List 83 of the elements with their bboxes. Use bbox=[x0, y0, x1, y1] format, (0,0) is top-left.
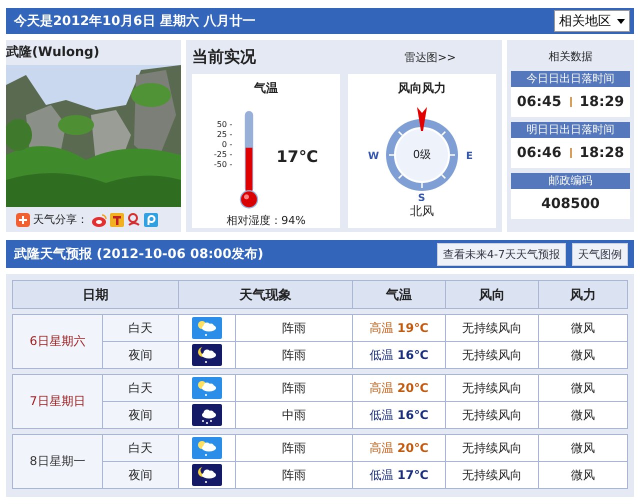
night-weather-icon bbox=[192, 404, 222, 426]
wind-force-cell: 微风 bbox=[538, 434, 628, 462]
wind-force: 0级 bbox=[413, 147, 431, 162]
date-title: 今天是2012年10月6日 星期六 八月廿一 bbox=[14, 12, 256, 30]
current-title: 当前实况 bbox=[192, 46, 256, 68]
block-label: 今日日出日落时间 bbox=[511, 71, 630, 87]
wind-direction-cell: 无持续风向 bbox=[446, 434, 538, 462]
period-cell: 夜间 bbox=[102, 462, 178, 488]
wind-direction-cell: 无持续风向 bbox=[446, 402, 538, 428]
temperature-cell: 低温 17℃ bbox=[352, 462, 446, 488]
region-select[interactable]: 相关地区 bbox=[554, 10, 630, 32]
block-label: 明日日出日落时间 bbox=[511, 122, 630, 138]
column-header: 风力 bbox=[538, 280, 628, 308]
scale-label: -50 - bbox=[214, 160, 232, 170]
share-icon[interactable] bbox=[110, 212, 124, 226]
date-cell: 6日星期六 bbox=[12, 314, 102, 368]
temperature-value: 17℃ bbox=[276, 146, 318, 166]
wind-force-cell: 微风 bbox=[538, 374, 628, 402]
temperature-cell: 低温 16℃ bbox=[352, 342, 446, 368]
postal-code: 408500 bbox=[541, 196, 600, 212]
weather-cell: 阵雨 bbox=[236, 342, 352, 368]
column-header: 气温 bbox=[352, 280, 446, 308]
date-cell: 7日星期日 bbox=[12, 374, 102, 428]
city-name: 武隆(Wulong) bbox=[6, 44, 100, 62]
period-cell: 白天 bbox=[102, 314, 178, 342]
period-cell: 白天 bbox=[102, 374, 178, 402]
period-cell: 夜间 bbox=[102, 402, 178, 428]
column-header: 风向 bbox=[446, 280, 538, 308]
wind-title: 风向风力 bbox=[398, 80, 446, 97]
forecast-button[interactable]: 查看未来4-7天天气预报 bbox=[437, 242, 566, 266]
time-value: 06:46 bbox=[516, 145, 562, 161]
time-value: 18:29 bbox=[580, 94, 624, 110]
wind-direction-cell: 无持续风向 bbox=[446, 462, 538, 488]
time-value: 06:45 bbox=[516, 94, 562, 110]
share-icon[interactable] bbox=[127, 212, 141, 226]
block-label: 邮政编码 bbox=[511, 173, 630, 189]
compass-label: S bbox=[418, 193, 426, 201]
humidity-text: 相对湿度：94% bbox=[226, 213, 306, 228]
scale-label: -25 - bbox=[214, 150, 232, 160]
caret-icon bbox=[617, 18, 625, 24]
wind-force-cell: 微风 bbox=[538, 402, 628, 428]
temperature-title: 气温 bbox=[254, 80, 278, 97]
wind-force-cell: 微风 bbox=[538, 314, 628, 342]
add-icon[interactable] bbox=[16, 212, 30, 226]
share-label: 天气分享： bbox=[33, 212, 88, 227]
compass-label: E bbox=[466, 151, 473, 162]
wind-direction-cell: 无持续风向 bbox=[446, 342, 538, 368]
day-weather-icon bbox=[192, 437, 222, 459]
day-weather-icon bbox=[192, 317, 222, 339]
related-title: 相关数据 bbox=[548, 49, 594, 65]
thermometer-bulb bbox=[240, 190, 259, 208]
scale-label: 50 - bbox=[216, 120, 232, 130]
weather-cell: 阵雨 bbox=[236, 434, 352, 462]
share-icon[interactable] bbox=[144, 212, 158, 226]
day-weather-icon bbox=[192, 377, 222, 399]
weather-cell: 阵雨 bbox=[236, 314, 352, 342]
scale-label: 0 - bbox=[220, 140, 232, 150]
period-cell: 夜间 bbox=[102, 342, 178, 368]
wind-direction-cell: 无持续风向 bbox=[446, 314, 538, 342]
wind-direction: 北风 bbox=[410, 203, 434, 220]
column-header: 日期 bbox=[12, 280, 178, 308]
radar-link[interactable]: 雷达图>> bbox=[404, 50, 456, 64]
temperature-cell: 高温 19℃ bbox=[352, 314, 446, 342]
wind-force-cell: 微风 bbox=[538, 342, 628, 368]
temperature-cell: 高温 20℃ bbox=[352, 374, 446, 402]
date-cell: 8日星期一 bbox=[12, 434, 102, 488]
share-icon[interactable] bbox=[91, 212, 107, 226]
scale-label: 25 - bbox=[216, 130, 232, 140]
forecast-button[interactable]: 天气图例 bbox=[572, 242, 628, 266]
temperature-cell: 高温 20℃ bbox=[352, 434, 446, 462]
weather-cell: 阵雨 bbox=[236, 374, 352, 402]
time-value: 18:28 bbox=[580, 145, 624, 161]
compass-label: W bbox=[368, 151, 380, 162]
period-cell: 白天 bbox=[102, 434, 178, 462]
temperature-cell: 低温 16℃ bbox=[352, 402, 446, 428]
wind-direction-cell: 无持续风向 bbox=[446, 374, 538, 402]
weather-cell: 中雨 bbox=[236, 402, 352, 428]
forecast-title: 武隆天气预报 (2012-10-06 08:00发布) bbox=[14, 246, 264, 263]
night-weather-icon bbox=[192, 344, 222, 366]
night-weather-icon bbox=[192, 464, 222, 486]
weather-cell: 阵雨 bbox=[236, 462, 352, 488]
wind-force-cell: 微风 bbox=[538, 462, 628, 488]
column-header: 天气现象 bbox=[178, 280, 352, 308]
